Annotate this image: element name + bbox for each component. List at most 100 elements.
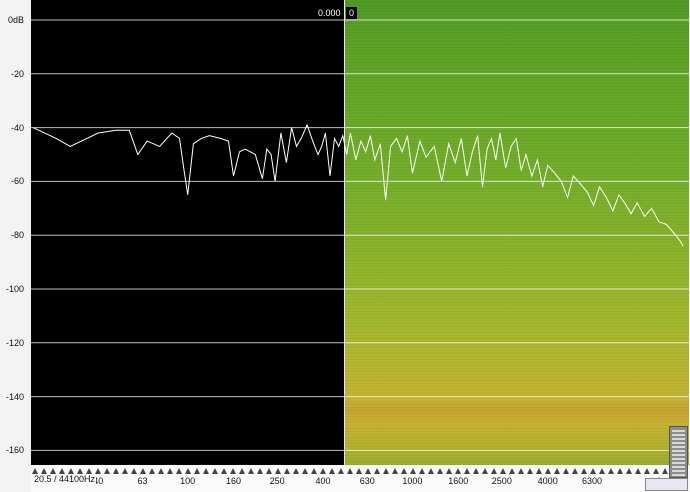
frequency-marker[interactable]: [572, 468, 578, 474]
scroll-grip-line: [672, 466, 685, 468]
frequency-marker[interactable]: [374, 468, 380, 474]
y-tick-label: -120: [5, 337, 24, 348]
frequency-marker[interactable]: [167, 468, 173, 474]
frequency-marker[interactable]: [446, 468, 452, 474]
frequency-marker[interactable]: [266, 468, 272, 474]
frequency-marker[interactable]: [248, 468, 254, 474]
frequency-marker[interactable]: [608, 468, 614, 474]
scroll-grip-line: [672, 470, 685, 472]
frequency-marker[interactable]: [356, 468, 362, 474]
frequency-tick-label: 400: [315, 476, 331, 486]
frequency-tick-label: 100: [180, 476, 196, 486]
frequency-marker[interactable]: [599, 468, 605, 474]
frequency-tick-label: 1000: [402, 476, 423, 486]
frequency-marker[interactable]: [320, 468, 326, 474]
frequency-marker[interactable]: [338, 468, 344, 474]
frequency-marker[interactable]: [545, 468, 551, 474]
y-tick-label: -60: [10, 176, 24, 187]
frequency-marker[interactable]: [455, 468, 461, 474]
frequency-marker[interactable]: [104, 468, 110, 474]
frequency-marker[interactable]: [131, 468, 137, 474]
frequency-marker[interactable]: [626, 468, 632, 474]
frequency-marker[interactable]: [500, 468, 506, 474]
frequency-axis[interactable]: 2540631001602504006301000160025004000630…: [31, 465, 689, 492]
frequency-marker-row[interactable]: [31, 465, 689, 475]
y-axis: 0dB -20 -40 -60 -80 -100 -120 -140 -160: [0, 0, 30, 492]
frequency-marker[interactable]: [176, 468, 182, 474]
frequency-marker[interactable]: [464, 468, 470, 474]
frequency-tick-label: 4000: [537, 476, 558, 486]
frequency-marker[interactable]: [401, 468, 407, 474]
frequency-marker[interactable]: [392, 468, 398, 474]
frequency-marker[interactable]: [185, 468, 191, 474]
frequency-marker[interactable]: [239, 468, 245, 474]
frequency-marker[interactable]: [113, 468, 119, 474]
level-scroll-widget[interactable]: [669, 426, 688, 478]
y-tick-label: -160: [5, 445, 24, 456]
frequency-marker[interactable]: [437, 468, 443, 474]
scroll-grip-line: [672, 430, 685, 432]
frequency-marker[interactable]: [653, 468, 659, 474]
frequency-marker[interactable]: [203, 468, 209, 474]
y-tick-label: 0dB: [7, 15, 24, 25]
frequency-marker[interactable]: [536, 468, 542, 474]
frequency-marker[interactable]: [635, 468, 641, 474]
y-tick-label: -20: [10, 68, 24, 79]
frequency-marker[interactable]: [473, 468, 479, 474]
frequency-marker[interactable]: [518, 468, 524, 474]
frequency-marker[interactable]: [482, 468, 488, 474]
spectrum-line: [32, 123, 684, 247]
frequency-tick-label: 63: [137, 476, 148, 486]
frequency-marker[interactable]: [230, 468, 236, 474]
spectrum-plot-area[interactable]: 0.000 0: [31, 0, 689, 465]
scroll-grip-line: [672, 462, 685, 464]
frequency-marker[interactable]: [509, 468, 515, 474]
cursor-secondary-readout: 0: [346, 7, 358, 19]
frequency-tick-label: 2500: [491, 476, 512, 486]
frequency-marker[interactable]: [365, 468, 371, 474]
frequency-marker[interactable]: [221, 468, 227, 474]
frequency-marker[interactable]: [257, 468, 263, 474]
spectrum-analyzer-window: 0dB -20 -40 -60 -80 -100 -120 -140 -160 0.000 0 …: [0, 0, 690, 492]
scroll-grip-line: [672, 450, 685, 452]
frequency-marker[interactable]: [293, 468, 299, 474]
y-tick-label: -100: [5, 284, 24, 294]
frequency-marker[interactable]: [581, 468, 587, 474]
y-tick-label: -40: [10, 122, 24, 133]
frequency-marker[interactable]: [302, 468, 308, 474]
frequency-tick-label: 160: [226, 476, 242, 486]
frequency-tick-label: 6300: [582, 476, 603, 486]
frequency-marker[interactable]: [275, 468, 281, 474]
frequency-marker[interactable]: [383, 468, 389, 474]
frequency-marker[interactable]: [554, 468, 560, 474]
scroll-grip-line: [672, 442, 685, 444]
frequency-marker[interactable]: [122, 468, 128, 474]
frequency-marker[interactable]: [527, 468, 533, 474]
frequency-marker[interactable]: [410, 468, 416, 474]
frequency-marker[interactable]: [284, 468, 290, 474]
scroll-grip-line: [672, 454, 685, 456]
frequency-marker[interactable]: [347, 468, 353, 474]
scroll-grip-line: [672, 434, 685, 436]
zoom-scroll-handle[interactable]: [645, 478, 688, 491]
frequency-marker[interactable]: [149, 468, 155, 474]
frequency-marker[interactable]: [329, 468, 335, 474]
frequency-marker[interactable]: [662, 468, 668, 474]
frequency-marker[interactable]: [311, 468, 317, 474]
scroll-grip-line: [672, 474, 685, 476]
frequency-marker[interactable]: [140, 468, 146, 474]
frequency-marker[interactable]: [158, 468, 164, 474]
scroll-grip-line: [672, 438, 685, 440]
frequency-marker[interactable]: [212, 468, 218, 474]
frequency-marker[interactable]: [644, 468, 650, 474]
frequency-marker[interactable]: [590, 468, 596, 474]
frequency-marker[interactable]: [428, 468, 434, 474]
frequency-marker[interactable]: [617, 468, 623, 474]
sample-rate-label: 20.5 / 44100Hz: [33, 474, 97, 484]
cursor-value-readout: 0.000: [316, 7, 343, 19]
scroll-grip-line: [672, 446, 685, 448]
frequency-marker[interactable]: [194, 468, 200, 474]
frequency-marker[interactable]: [491, 468, 497, 474]
frequency-marker[interactable]: [419, 468, 425, 474]
frequency-marker[interactable]: [563, 468, 569, 474]
